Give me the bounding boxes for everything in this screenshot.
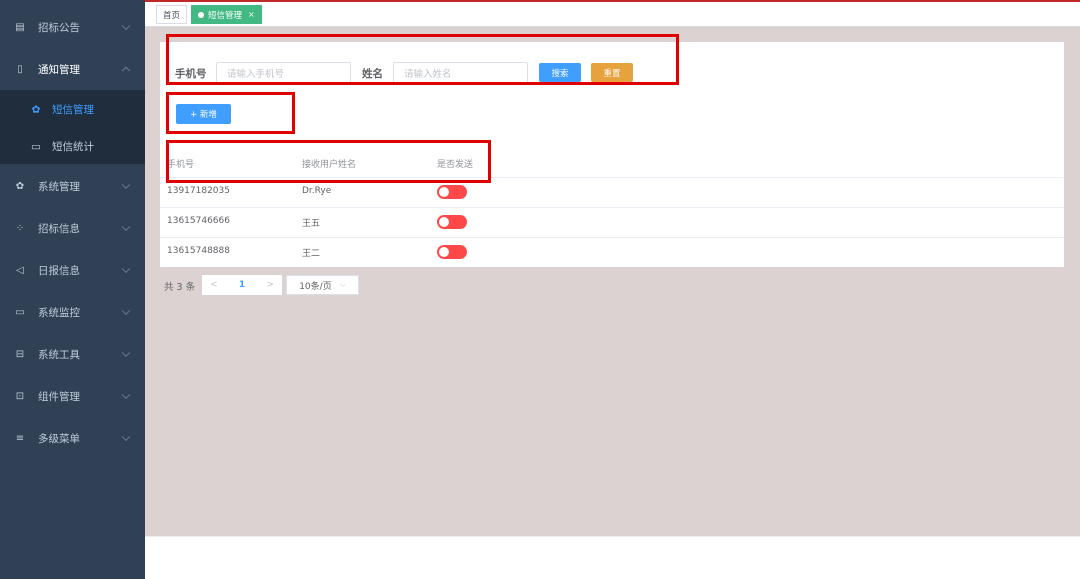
chevron-down-icon — [121, 21, 131, 31]
sidebar-item-label: 系统管理 — [38, 180, 80, 193]
sidebar-subitem-sms-stats[interactable]: ▭ 短信统计 — [0, 128, 145, 165]
sidebar-subitem-sms-mgmt[interactable]: ✿ 短信管理 — [0, 91, 145, 128]
annotation-box-add-button — [166, 92, 295, 134]
sidebar: ▤ 招标公告 ▯ 通知管理 ✿ 短信管理 ▭ 短信统计 ✿ 系统管理 ⁘ 招标信… — [0, 0, 145, 579]
page-size-select[interactable]: 10条/页 ⌵ — [286, 275, 359, 295]
gear-icon: ✿ — [15, 180, 25, 192]
chevron-down-icon — [121, 264, 131, 274]
sidebar-item-system-mgmt[interactable]: ✿ 系统管理 — [0, 165, 145, 207]
sidebar-item-notice-mgmt[interactable]: ▯ 通知管理 — [0, 48, 145, 90]
sidebar-item-label: 日报信息 — [38, 264, 80, 277]
monitor-icon: ▭ — [15, 306, 25, 318]
table-cell-phone: 13615746666 — [167, 216, 230, 226]
pagination-pager: < 1 > — [202, 275, 282, 295]
sidebar-item-label: 系统监控 — [38, 306, 80, 319]
close-icon[interactable]: × — [248, 10, 255, 19]
sidebar-item-label: 多级菜单 — [38, 432, 80, 445]
table-cell-phone: 13917182035 — [167, 186, 230, 196]
table-row-divider — [160, 207, 1064, 208]
table-row-divider — [160, 237, 1064, 238]
chevron-up-icon — [121, 66, 131, 76]
chevron-down-icon — [121, 222, 131, 232]
table-cell-name: 王二 — [302, 249, 321, 259]
prev-page-icon[interactable]: < — [210, 280, 218, 290]
tags-view-bar: 首页 短信管理 × — [145, 0, 1080, 27]
sidebar-item-label: 系统工具 — [38, 348, 80, 361]
toggle-knob — [439, 247, 449, 257]
chevron-down-icon: ⌵ — [339, 280, 346, 289]
main-footer-area — [145, 536, 1080, 579]
doc-icon: ▤ — [15, 21, 25, 33]
menu-icon: ≡ — [15, 432, 25, 444]
pagination-total: 共 3 条 — [164, 282, 196, 293]
sidebar-item-bid-notice[interactable]: ▤ 招标公告 — [0, 6, 145, 48]
sidebar-item-multilevel-menu[interactable]: ≡ 多级菜单 — [0, 417, 145, 459]
monitor-icon: ▭ — [31, 140, 41, 153]
chevron-down-icon — [121, 432, 131, 442]
active-dot-icon — [198, 11, 204, 18]
gear-icon: ✿ — [31, 103, 41, 116]
annotation-box-search-form — [166, 34, 679, 85]
sidebar-item-label: 招标公告 — [38, 21, 80, 34]
tag-home-label: 首页 — [163, 10, 181, 21]
send-toggle[interactable] — [437, 215, 467, 229]
next-page-icon[interactable]: > — [266, 280, 274, 290]
chevron-down-icon — [121, 348, 131, 358]
chevron-down-icon — [121, 390, 131, 400]
component-icon: ⊡ — [15, 390, 25, 402]
send-icon: ◁ — [16, 264, 24, 276]
send-toggle[interactable] — [437, 245, 467, 259]
toolbox-icon: ⊟ — [15, 348, 25, 360]
tag-home[interactable]: 首页 — [156, 5, 188, 24]
current-page[interactable]: 1 — [239, 280, 245, 290]
table-cell-name: Dr.Rye — [302, 186, 332, 196]
tag-sms-mgmt[interactable]: 短信管理 × — [191, 5, 262, 24]
tag-current-label: 短信管理 — [208, 10, 243, 21]
chevron-down-icon — [121, 180, 131, 190]
toggle-knob — [439, 217, 449, 227]
chevron-down-icon — [121, 306, 131, 316]
send-toggle[interactable] — [437, 185, 467, 199]
sidebar-item-bid-info[interactable]: ⁘ 招标信息 — [0, 207, 145, 249]
sidebar-subitem-label: 短信管理 — [52, 104, 94, 116]
sidebar-item-label: 招标信息 — [38, 222, 80, 235]
table-cell-name: 王五 — [302, 219, 321, 229]
page-size-value: 10条/页 — [299, 281, 332, 292]
toggle-knob — [439, 187, 449, 197]
sidebar-item-system-monitor[interactable]: ▭ 系统监控 — [0, 291, 145, 333]
annotation-box-table-header — [166, 140, 491, 183]
sidebar-item-label: 组件管理 — [38, 390, 80, 403]
grid-icon: ⁘ — [15, 222, 25, 234]
sidebar-subitem-label: 短信统计 — [52, 141, 94, 153]
table-cell-phone: 13615748888 — [167, 246, 230, 256]
phone-icon: ▯ — [17, 63, 23, 75]
sidebar-item-system-tools[interactable]: ⊟ 系统工具 — [0, 333, 145, 375]
sidebar-item-daily-report[interactable]: ◁ 日报信息 — [0, 249, 145, 291]
sidebar-item-component-mgmt[interactable]: ⊡ 组件管理 — [0, 375, 145, 417]
sidebar-item-label: 通知管理 — [38, 63, 80, 76]
